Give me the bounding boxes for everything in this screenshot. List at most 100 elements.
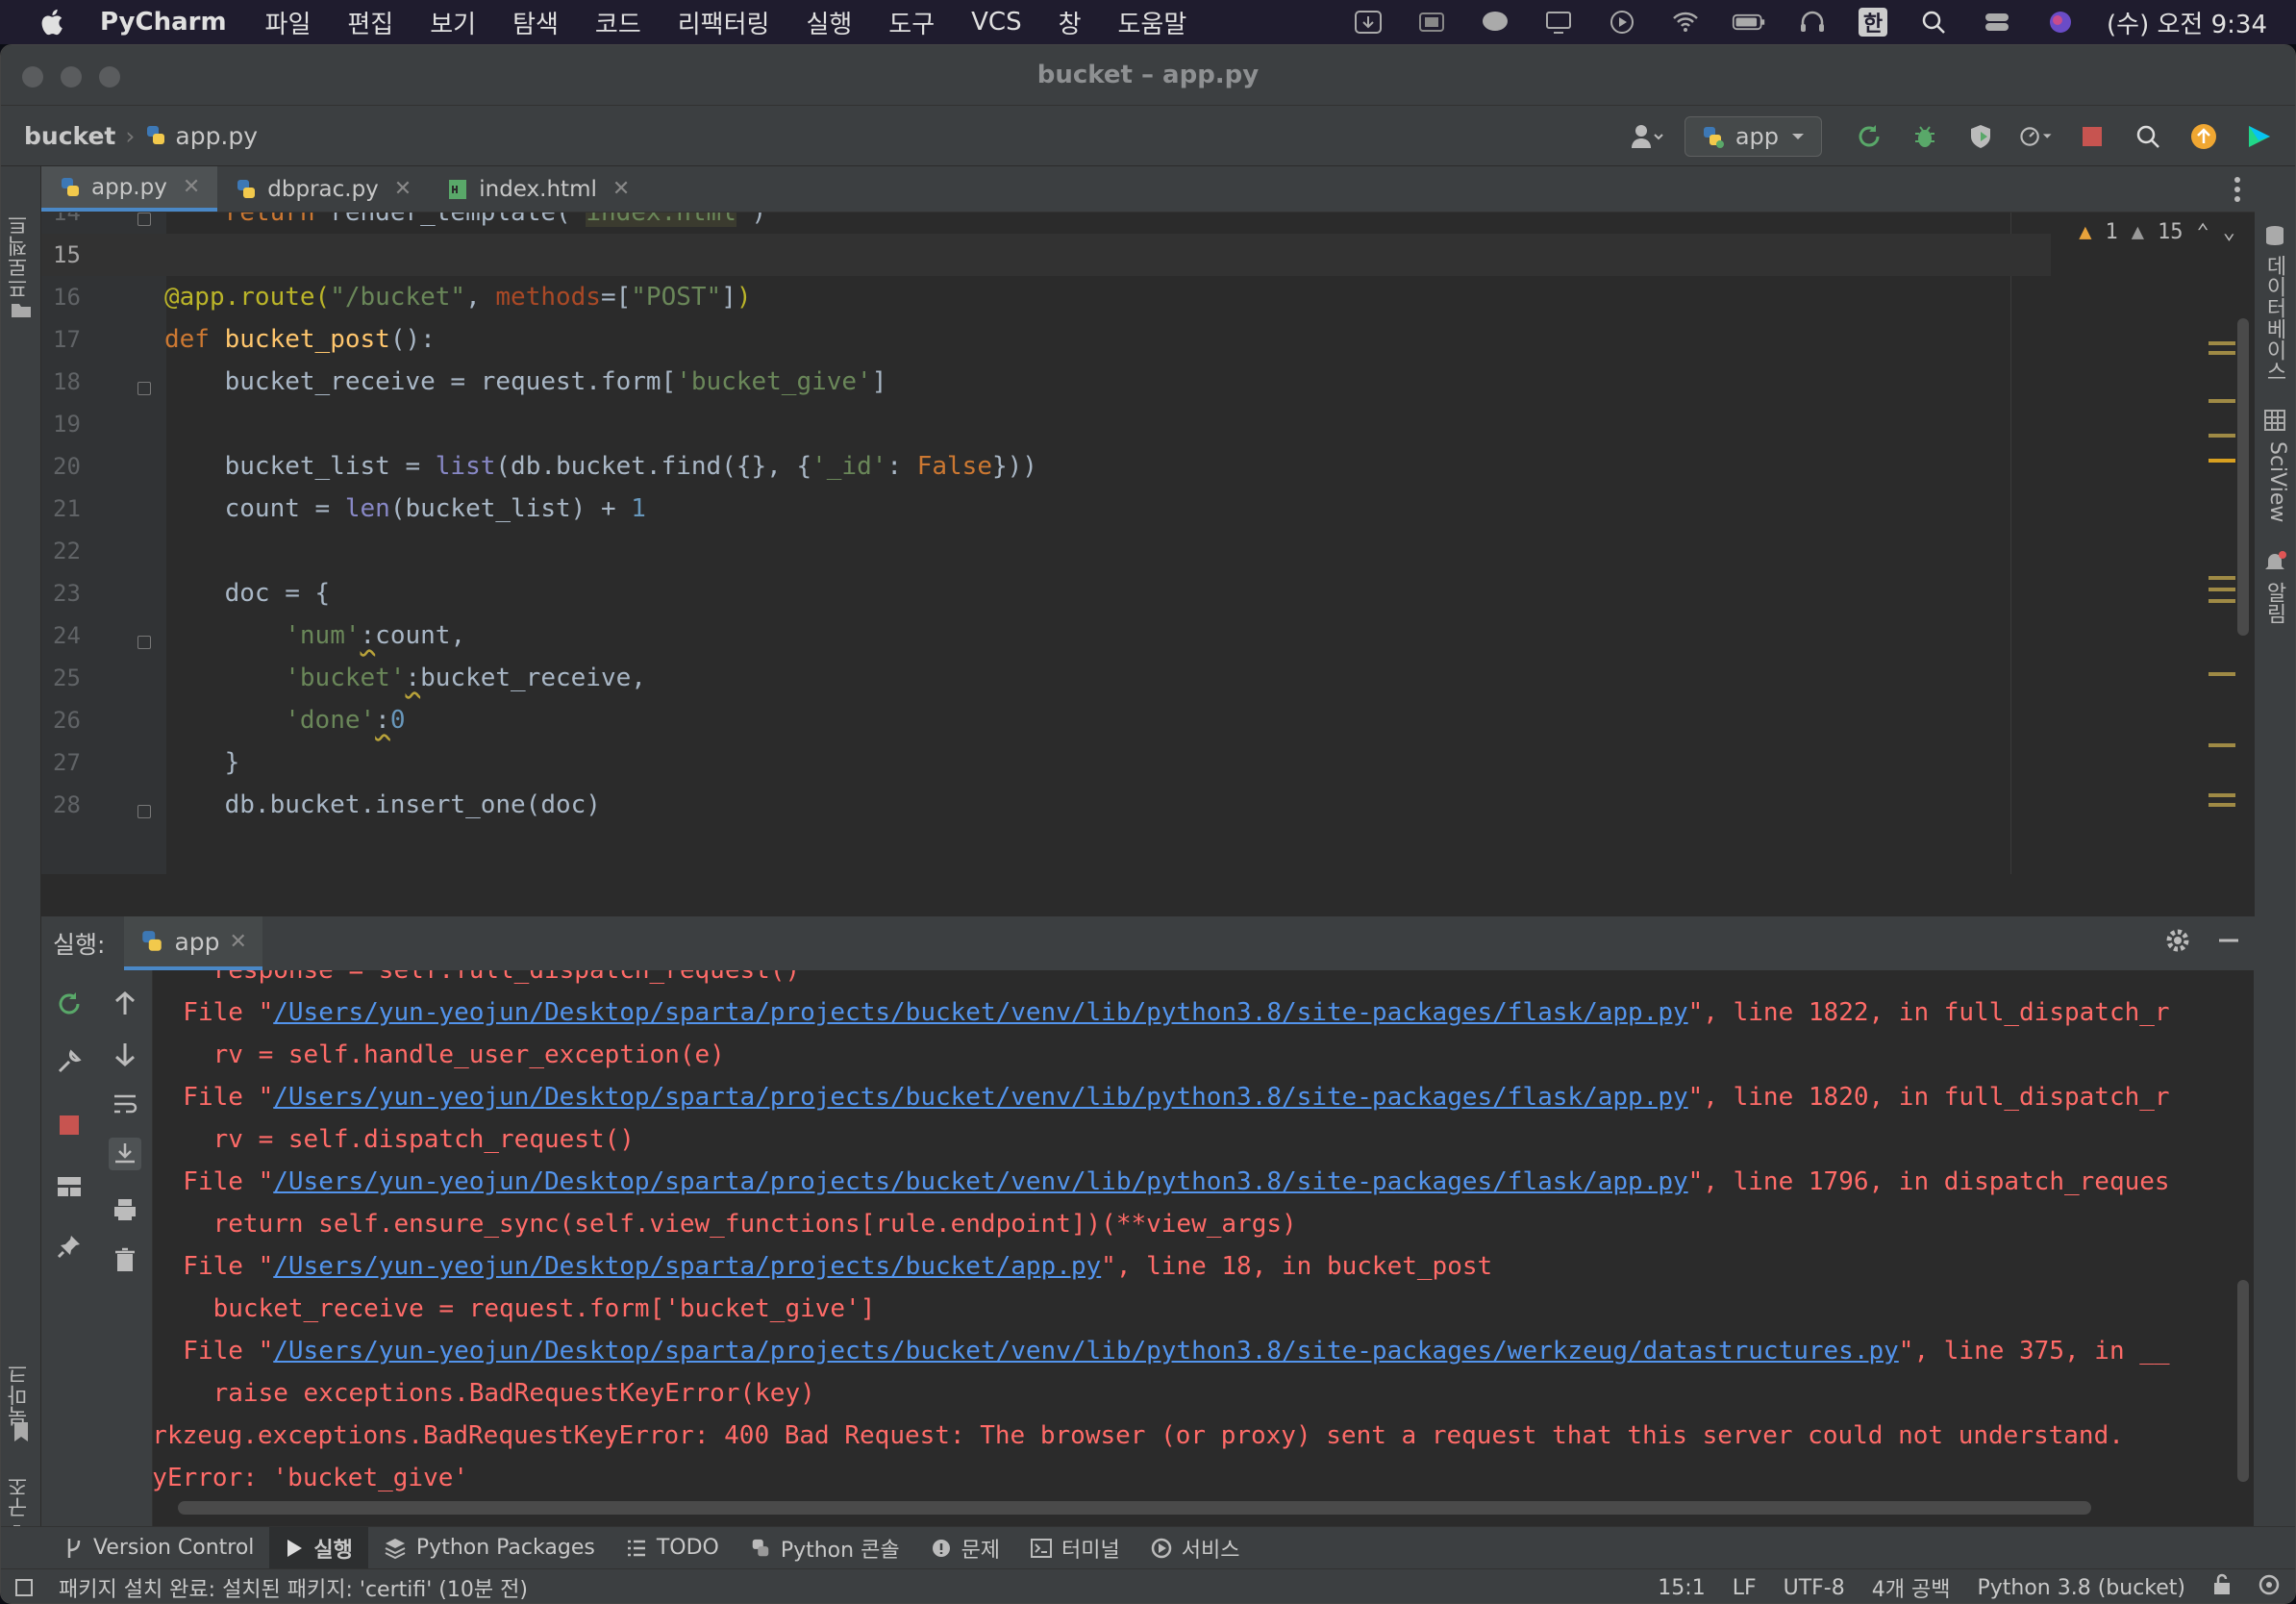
menu-tools[interactable]: 도구	[888, 5, 935, 40]
control-center-icon[interactable]	[1980, 8, 2014, 37]
chevron-up-icon[interactable]: ⌃	[2197, 220, 2209, 244]
run-console-output[interactable]: response = self.full_dispatch_request() …	[153, 970, 2235, 1540]
status-message[interactable]: 패키지 설치 완료: 설치된 패키지: 'certifi' (10분 전)	[59, 1572, 528, 1603]
file-link[interactable]: /Users/yun-yeojun/Desktop/sparta/project…	[273, 1083, 1687, 1112]
tool-terminal[interactable]: 터미널	[1015, 1527, 1136, 1569]
status-square-icon[interactable]	[14, 1578, 34, 1603]
fold-icon[interactable]	[137, 805, 151, 818]
minimize-window-button[interactable]	[61, 66, 82, 88]
code-line[interactable]: 21 count = len(bucket_list) + 1	[41, 488, 2051, 530]
editor-scrollbar[interactable]	[2237, 318, 2249, 636]
search-icon[interactable]	[2130, 118, 2166, 155]
menu-help[interactable]: 도움말	[1118, 5, 1187, 40]
error-stripe-marker[interactable]	[2209, 576, 2235, 580]
bookmarks-tool-button[interactable]: 북마크	[5, 1364, 36, 1427]
error-stripe-marker[interactable]	[2209, 341, 2235, 345]
gear-icon[interactable]	[2164, 927, 2191, 960]
fold-icon[interactable]	[137, 213, 151, 226]
console-vertical-scrollbar[interactable]	[2237, 1280, 2249, 1482]
siri-icon[interactable]	[2043, 8, 2078, 37]
debug-icon[interactable]	[1907, 118, 1943, 155]
tool-version-control[interactable]: Version Control	[49, 1527, 269, 1569]
python-interpreter[interactable]: Python 3.8 (bucket)	[1977, 1576, 2185, 1600]
close-tab-icon[interactable]: ✕	[230, 930, 247, 954]
project-tool-button[interactable]: 프로젝트	[5, 214, 36, 299]
database-tool-button[interactable]: 데이터베이스	[2259, 255, 2289, 382]
minimize-icon[interactable]	[2216, 928, 2241, 959]
code-line[interactable]: 17 def bucket_post():	[41, 318, 2051, 361]
code-line[interactable]: 18 bucket_receive = request.form['bucket…	[41, 361, 2051, 403]
scroll-to-end-icon[interactable]	[109, 1138, 141, 1170]
chat-icon[interactable]	[1478, 8, 1512, 37]
panel-splitter[interactable]	[41, 874, 2255, 916]
file-link[interactable]: /Users/yun-yeojun/Desktop/sparta/project…	[273, 1167, 1687, 1196]
notifications-tool-button[interactable]: 알림	[2259, 582, 2289, 624]
stop-icon[interactable]	[53, 1109, 86, 1141]
wifi-icon[interactable]	[1668, 8, 1703, 37]
arrow-up-icon[interactable]	[109, 988, 141, 1020]
pin-icon[interactable]	[53, 1230, 86, 1263]
line-separator[interactable]: LF	[1733, 1576, 1757, 1600]
menu-file[interactable]: 파일	[265, 5, 312, 40]
code-line-current[interactable]: 15	[41, 234, 2051, 276]
chevron-down-icon[interactable]: ⌄	[2223, 220, 2235, 244]
code-editor[interactable]: 14 return render_template('index.html') …	[41, 213, 2255, 874]
code-with-me-icon[interactable]	[2241, 118, 2278, 155]
sciview-tool-button[interactable]: SciView	[2265, 441, 2289, 522]
breadcrumb-project[interactable]: bucket	[24, 122, 115, 150]
headphones-icon[interactable]	[1795, 8, 1830, 37]
profile-icon[interactable]	[2018, 118, 2055, 155]
lock-icon[interactable]	[2212, 1573, 2232, 1602]
layout-icon[interactable]	[53, 1170, 86, 1203]
error-stripe-marker[interactable]	[2209, 672, 2235, 676]
code-line[interactable]: 27 }	[41, 741, 2051, 784]
menu-vcs[interactable]: VCS	[971, 8, 1021, 37]
menu-window[interactable]: 창	[1059, 5, 1082, 40]
file-link[interactable]: /Users/yun-yeojun/Desktop/sparta/project…	[273, 998, 1687, 1027]
fold-icon[interactable]	[137, 382, 151, 395]
code-line[interactable]: 22	[41, 530, 2051, 572]
breadcrumb-file[interactable]: app.py	[144, 122, 258, 150]
tool-todo[interactable]: TODO	[611, 1527, 735, 1569]
code-line[interactable]: 24 'num':count,	[41, 614, 2051, 657]
menu-code[interactable]: 코드	[595, 5, 641, 40]
tab-index-html[interactable]: index.html ✕	[429, 166, 647, 212]
apple-icon[interactable]	[37, 6, 69, 38]
code-line[interactable]: 20 bucket_list = list(db.bucket.find({},…	[41, 445, 2051, 488]
close-window-button[interactable]	[22, 66, 43, 88]
structure-tool-button[interactable]: 구조	[5, 1476, 36, 1518]
print-icon[interactable]	[109, 1193, 141, 1226]
zoom-window-button[interactable]	[99, 66, 120, 88]
error-stripe-marker[interactable]	[2209, 793, 2235, 797]
soft-wrap-icon[interactable]	[109, 1088, 141, 1120]
trash-icon[interactable]	[109, 1243, 141, 1276]
tool-problems[interactable]: 문제	[915, 1527, 1015, 1569]
mission-control-icon[interactable]	[1414, 8, 1449, 37]
code-line[interactable]: 25 'bucket':bucket_receive,	[41, 657, 2051, 699]
play-circle-icon[interactable]	[1605, 8, 1639, 37]
caret-position[interactable]: 15:1	[1658, 1576, 1705, 1600]
code-line[interactable]: 14 return render_template('index.html')	[41, 213, 2051, 234]
update-icon[interactable]	[2185, 118, 2222, 155]
inspector-icon[interactable]	[2259, 1573, 2284, 1602]
menu-refactor[interactable]: 리팩터링	[678, 5, 770, 40]
file-link[interactable]: /Users/yun-yeojun/Desktop/sparta/project…	[273, 1337, 1899, 1366]
error-stripe-marker[interactable]	[2209, 351, 2235, 355]
download-icon[interactable]	[1351, 8, 1385, 37]
stop-icon[interactable]	[2074, 118, 2110, 155]
error-stripe-marker[interactable]	[2209, 434, 2235, 438]
run-tab-app[interactable]: app ✕	[124, 916, 262, 970]
error-stripe-marker[interactable]	[2209, 743, 2235, 747]
console-horizontal-scrollbar[interactable]	[178, 1501, 2091, 1515]
close-tab-icon[interactable]: ✕	[394, 177, 412, 201]
code-line[interactable]: 19	[41, 403, 2051, 445]
fold-icon[interactable]	[137, 636, 151, 649]
rerun-icon[interactable]	[1851, 118, 1887, 155]
indent-setting[interactable]: 4개 공백	[1872, 1572, 1951, 1603]
error-stripe-marker[interactable]	[2209, 588, 2235, 591]
tool-run[interactable]: 실행	[269, 1526, 368, 1569]
menu-run[interactable]: 실행	[806, 5, 852, 40]
code-line[interactable]: 28 db.bucket.insert_one(doc)	[41, 784, 2051, 826]
input-source-icon[interactable]: 한	[1859, 8, 1888, 37]
run-config-selector[interactable]: app	[1684, 116, 1822, 157]
